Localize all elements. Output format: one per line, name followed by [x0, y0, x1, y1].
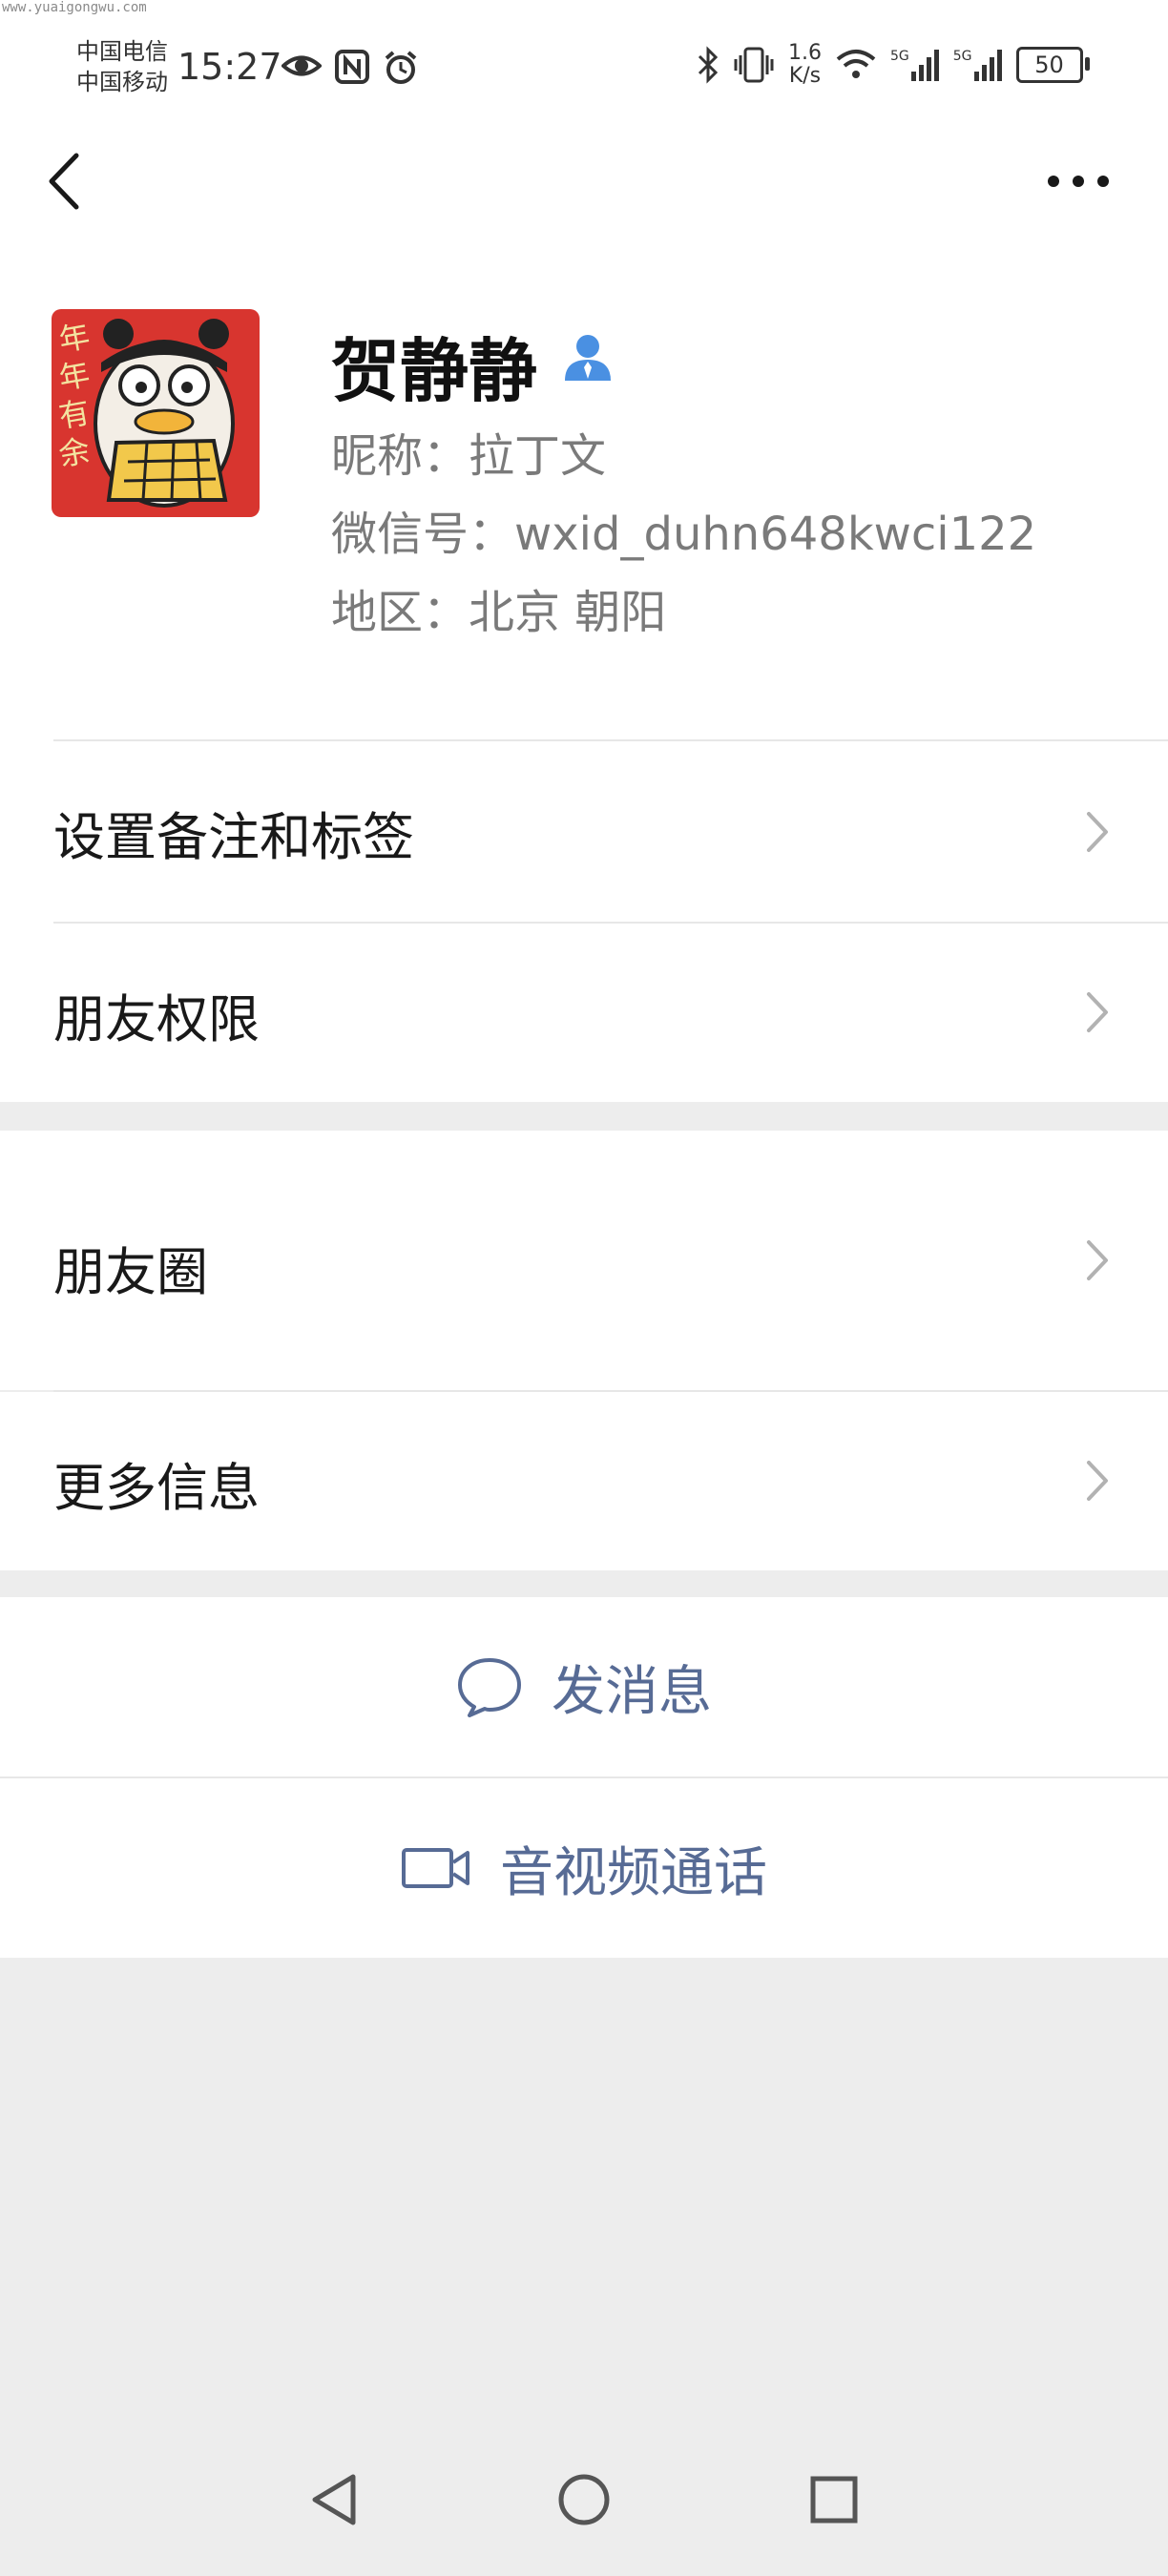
bluetooth-icon	[698, 46, 719, 84]
chevron-left-icon[interactable]	[42, 148, 90, 215]
avatar[interactable]: 年 年 有 余	[52, 309, 260, 517]
speed-value: 1.6	[788, 41, 822, 65]
row-remark-tags[interactable]: 设置备注和标签	[0, 741, 1168, 922]
video-camera-icon	[402, 1848, 469, 1888]
video-call-button[interactable]: 音视频通话	[0, 1778, 1168, 1958]
back-triangle-icon[interactable]	[305, 2471, 363, 2528]
eye-icon	[282, 55, 322, 76]
chevron-right-icon	[1087, 1240, 1108, 1280]
region: 地区：北京 朝阳	[331, 586, 667, 639]
chevron-right-icon	[1087, 992, 1108, 1032]
signal-1: 5G	[890, 49, 940, 81]
section-gap	[0, 1102, 1168, 1131]
nfc-icon	[335, 50, 369, 84]
battery-indicator: 50	[1015, 47, 1090, 83]
svg-text:余: 余	[56, 432, 93, 473]
carrier-info: 中国电信 中国移动	[76, 36, 168, 97]
svg-text:年: 年	[56, 318, 93, 359]
clock: 15:27	[177, 46, 282, 88]
signal-icon	[910, 50, 939, 81]
signal-2: 5G	[953, 49, 1003, 81]
carrier-1: 中国电信	[76, 38, 168, 65]
nickname: 昵称：拉丁文	[331, 429, 607, 483]
status-icons-right: 1.6 K/s 5G 5G 50	[697, 42, 1090, 88]
signal-icon	[973, 50, 1002, 81]
wechat-id: 微信号：wxid_duhn648kwci122	[331, 508, 1037, 561]
send-message-label: 发消息	[552, 1660, 712, 1723]
row-label: 朋友圈	[53, 1242, 208, 1302]
avatar-image: 年 年 有 余	[52, 309, 260, 517]
vibrate-icon	[734, 47, 774, 83]
net-type-1: 5G	[890, 49, 909, 64]
home-circle-icon[interactable]	[555, 2471, 613, 2528]
profile-name: 贺静静	[331, 331, 538, 411]
status-bar: 中国电信 中国移动 15:27 1.6 K/s 5G 5G 50	[0, 0, 1168, 143]
row-friend-permissions[interactable]: 朋友权限	[0, 924, 1168, 1102]
chevron-right-icon	[1087, 812, 1108, 852]
svg-text:有: 有	[56, 394, 93, 435]
row-label: 朋友权限	[53, 989, 260, 1049]
svg-text:年: 年	[56, 356, 93, 397]
row-more-info[interactable]: 更多信息	[0, 1392, 1168, 1570]
divider	[0, 1776, 1168, 1778]
status-icons-left	[282, 50, 419, 86]
carrier-2: 中国移动	[76, 69, 168, 95]
row-label: 更多信息	[53, 1458, 260, 1518]
alarm-icon	[385, 51, 417, 84]
network-speed: 1.6 K/s	[788, 42, 822, 88]
chevron-right-icon	[1087, 1461, 1108, 1501]
net-type-2: 5G	[952, 49, 972, 64]
speed-unit: K/s	[788, 64, 822, 88]
divider	[53, 1390, 1168, 1392]
person-icon	[565, 335, 611, 381]
video-call-label: 音视频通话	[500, 1841, 767, 1904]
wifi-icon	[836, 50, 876, 78]
row-label: 设置备注和标签	[53, 807, 414, 867]
row-moments[interactable]: 朋友圈	[0, 1131, 1168, 1390]
chat-bubble-icon	[458, 1658, 521, 1717]
send-message-button[interactable]: 发消息	[0, 1597, 1168, 1776]
section-gap	[0, 1570, 1168, 1597]
more-dots-icon[interactable]	[1040, 157, 1116, 205]
recents-square-icon[interactable]	[805, 2471, 863, 2528]
